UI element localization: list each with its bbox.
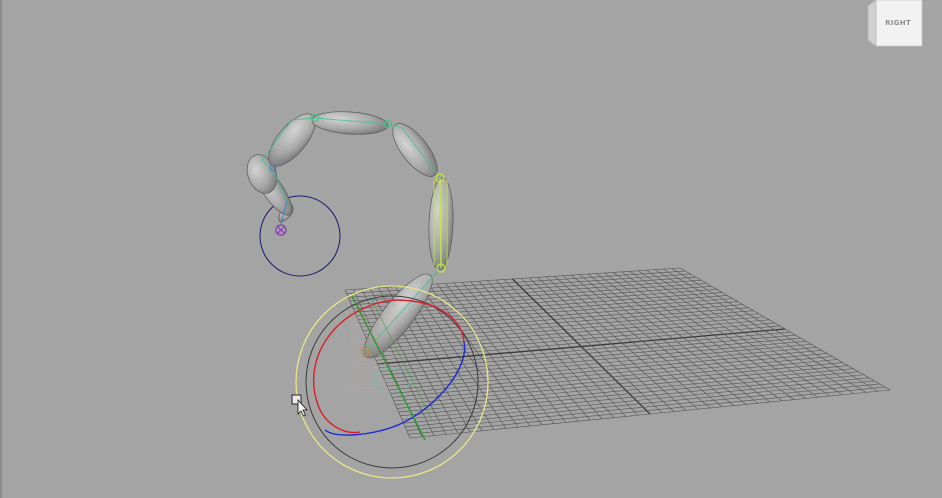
grid-line <box>403 377 870 424</box>
3d-viewport-perspective[interactable]: RIGHT <box>0 0 942 498</box>
bone-forearm <box>268 113 316 167</box>
ik-handle-icon[interactable] <box>275 224 287 236</box>
grid-line <box>663 268 867 393</box>
grid-line <box>401 374 864 420</box>
grid-line <box>408 386 885 435</box>
ik-controller-circle[interactable] <box>259 195 341 277</box>
scene-canvas[interactable] <box>0 0 942 498</box>
mouse-cursor-icon <box>291 394 308 417</box>
skeleton-chain[interactable] <box>242 106 455 366</box>
grid-line <box>637 270 831 397</box>
view-cube-label[interactable]: RIGHT <box>878 19 918 27</box>
rotate-manipulator[interactable] <box>295 285 489 479</box>
grid-line <box>654 269 855 394</box>
